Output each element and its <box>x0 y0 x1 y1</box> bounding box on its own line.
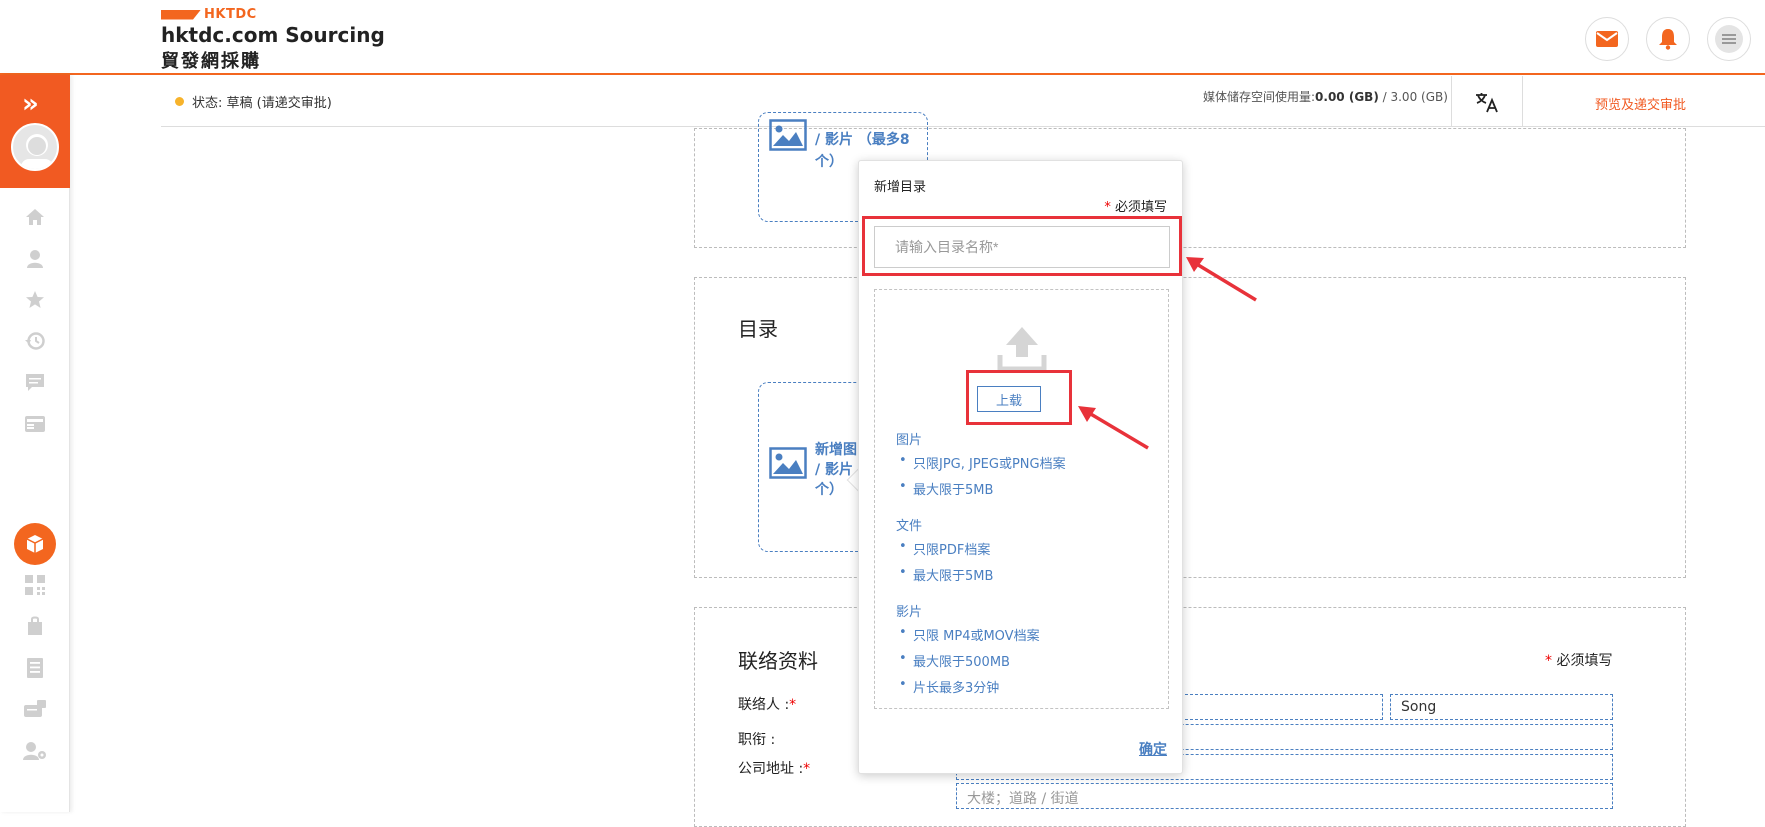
video-rule-item: 只限 MP4或MOV档案 <box>896 625 1040 644</box>
address-text: 公司地址 : <box>738 761 804 777</box>
avatar[interactable] <box>11 123 59 171</box>
products-icon-active[interactable] <box>14 523 56 565</box>
document-rules: 文件 只限PDF档案 最大限于5MB <box>896 515 993 591</box>
video-rule-item: 最大限于500MB <box>896 651 1040 670</box>
highlight-upload-button <box>966 370 1072 425</box>
job-title-label: 职衔 : <box>738 732 776 748</box>
home-icon[interactable] <box>22 204 48 230</box>
star-icon[interactable] <box>22 287 48 313</box>
contact-person-label: 联络人 :* <box>738 697 797 713</box>
document-rule-item: 只限PDF档案 <box>896 539 993 558</box>
brand-name: hktdc.com Sourcing <box>161 23 385 47</box>
history-icon[interactable] <box>22 328 48 354</box>
catalog-tile-text-2: / 影片 <box>815 462 853 478</box>
image-rules: 图片 只限JPG, JPEG或PNG档案 最大限于5MB <box>896 429 1066 505</box>
image-rules-heading: 图片 <box>896 433 923 448</box>
status-text: 状态: 草稿 (请递交审批) <box>192 96 332 111</box>
catalog-title: 目录 <box>738 317 778 341</box>
message-icon[interactable] <box>22 370 48 396</box>
sidebar: » <box>0 75 70 812</box>
bell-icon <box>1659 29 1677 50</box>
document-rules-heading: 文件 <box>896 519 923 534</box>
video-rule-item: 片长最多3分钟 <box>896 677 1040 696</box>
brand-small: HKTDC <box>204 7 257 22</box>
storage-usage: 媒体储存空间使用量:0.00 (GB) / 3.00 (GB) <box>1203 88 1448 105</box>
catalog-tile-text-3: 个） <box>815 482 843 498</box>
mail-button[interactable] <box>1585 17 1629 61</box>
menu-button[interactable] <box>1707 17 1751 61</box>
upload-icon <box>997 327 1047 371</box>
storage-label: 媒体储存空间使用量: <box>1203 90 1316 104</box>
contact-required-note: * 必须填写 <box>1545 653 1613 669</box>
arrow-annotation-2 <box>1078 406 1149 450</box>
status-dot <box>175 97 184 106</box>
user-settings-icon[interactable] <box>22 738 48 764</box>
first-name-field[interactable]: ai <box>1160 694 1383 720</box>
address-line2-field[interactable]: 大楼；道路 / 街道 <box>956 783 1613 809</box>
hktdc-mark-icon <box>161 9 201 20</box>
required-text: 必须填写 <box>1556 653 1613 669</box>
shopping-bag-icon[interactable] <box>22 613 48 639</box>
popup-title: 新增目录 <box>874 180 927 195</box>
media-tile-text-1: / 影片 （最多8 <box>815 132 910 148</box>
brand-name-cn: 貿發網採購 <box>161 51 261 72</box>
status-bar: 状态: 草稿 (请递交审批) 媒体储存空间使用量:0.00 (GB) / 3.0… <box>161 76 1765 127</box>
notification-button[interactable] <box>1646 17 1690 61</box>
storage-used: 0.00 (GB) <box>1315 90 1379 104</box>
form-list-icon[interactable] <box>22 655 48 681</box>
brand-small-row: HKTDC <box>161 7 385 22</box>
translate-icon <box>1476 92 1498 112</box>
contact-person-text: 联络人 : <box>738 697 790 713</box>
sidebar-top: » <box>0 75 70 188</box>
image-rule-item: 最大限于5MB <box>896 479 1066 498</box>
qr-code-icon[interactable] <box>22 572 48 598</box>
top-header: HKTDC hktdc.com Sourcing 貿發網採購 <box>0 0 1765 75</box>
tools-icon[interactable] <box>22 696 48 722</box>
media-tile-text-2: 个） <box>815 154 843 170</box>
popup-required-text: 必须填写 <box>1114 200 1167 215</box>
video-rules-heading: 影片 <box>896 605 923 620</box>
contact-title: 联络资料 <box>738 649 818 673</box>
last-name-field[interactable]: Song <box>1390 694 1613 720</box>
arrow-annotation-1 <box>1186 257 1257 302</box>
preview-submit-link[interactable]: 预览及递交审批 <box>1595 94 1686 113</box>
hktdc-logo[interactable]: HKTDC hktdc.com Sourcing 貿發網採購 <box>161 7 385 73</box>
showroom-icon[interactable] <box>22 411 48 437</box>
highlight-name-input <box>862 216 1182 276</box>
address-label: 公司地址 :* <box>738 761 811 777</box>
storage-total: / 3.00 (GB) <box>1382 90 1448 104</box>
image-rule-item: 只限JPG, JPEG或PNG档案 <box>896 453 1066 472</box>
profile-icon[interactable] <box>22 246 48 272</box>
catalog-tile-text-1: 新增图 <box>815 442 857 458</box>
document-rule-item: 最大限于5MB <box>896 565 993 584</box>
popup-required-note: * 必须填写 <box>1104 200 1167 215</box>
expand-sidebar-icon[interactable]: » <box>22 89 39 119</box>
image-icon <box>769 119 807 151</box>
image-icon <box>769 447 807 479</box>
translate-button[interactable] <box>1451 76 1523 127</box>
menu-icon <box>1715 25 1743 53</box>
mail-icon <box>1596 31 1618 47</box>
confirm-link[interactable]: 确定 <box>1139 739 1167 759</box>
video-rules: 影片 只限 MP4或MOV档案 最大限于500MB 片长最多3分钟 <box>896 601 1040 703</box>
